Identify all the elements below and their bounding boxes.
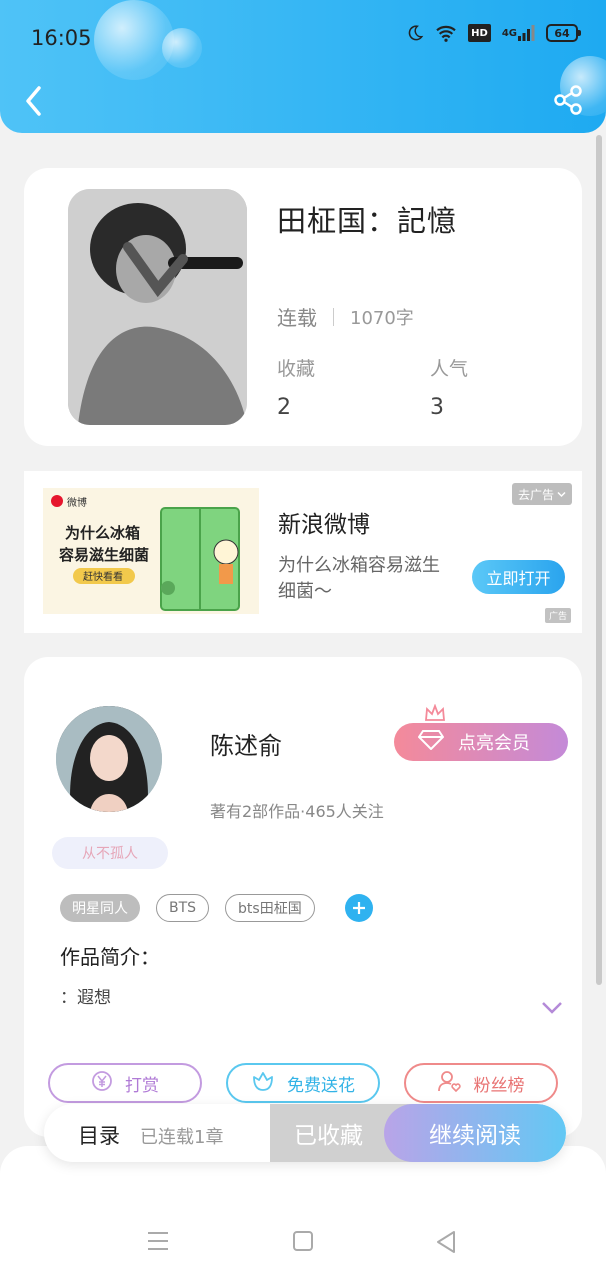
- book-title: 田柾国：記憶: [277, 204, 458, 238]
- yen-coin-icon: [91, 1070, 113, 1097]
- flower-icon: [251, 1070, 275, 1097]
- diamond-icon: [417, 729, 445, 755]
- intro-label: 作品简介：: [60, 945, 160, 969]
- ad-banner[interactable]: 微博 为什么冰箱 容易滋生细菌 赶快看看 新浪微博 为什么冰箱容易滋生细菌～ 去…: [24, 471, 582, 633]
- hd-icon: HD: [468, 24, 491, 42]
- author-avatar[interactable]: [56, 706, 162, 812]
- ad-description: 为什么冰箱容易滋生细菌～: [278, 555, 440, 602]
- svg-text:容易滋生细菌: 容易滋生细菌: [58, 546, 149, 564]
- popularity-value: 3: [430, 395, 444, 420]
- home-square-icon: [293, 1231, 313, 1251]
- send-flower-button[interactable]: 免费送花: [226, 1063, 380, 1103]
- tag-item[interactable]: BTS: [156, 894, 210, 922]
- top-header: 16:05 HD 4G 64: [0, 0, 606, 133]
- ad-open-button[interactable]: 立即打开: [472, 560, 565, 594]
- remove-ad-button[interactable]: 去广告: [511, 483, 572, 505]
- vip-button-label: 点亮会员: [458, 733, 530, 754]
- share-icon: [554, 85, 582, 115]
- ad-image-brand: 微博: [67, 496, 87, 509]
- chevron-down-icon: [542, 1002, 562, 1014]
- svg-text:赶快看看: 赶快看看: [83, 570, 123, 583]
- ad-title: 新浪微博: [278, 512, 370, 538]
- moon-icon: [406, 24, 424, 42]
- author-meta: 著有2部作品·465人关注: [210, 802, 384, 821]
- wifi-icon: [435, 24, 457, 42]
- back-triangle-icon: [437, 1231, 455, 1253]
- tag-item[interactable]: 明星同人: [60, 894, 140, 922]
- back-nav-button[interactable]: [435, 1230, 457, 1258]
- popularity-label: 人气: [430, 358, 469, 380]
- share-button[interactable]: [552, 84, 584, 116]
- status-bar: 16:05 HD 4G 64: [0, 0, 606, 70]
- serial-status-row: 连载 1070字: [277, 302, 414, 331]
- vip-button[interactable]: 点亮会员: [394, 703, 568, 761]
- fans-ranking-button[interactable]: 粉丝榜: [404, 1063, 558, 1103]
- crown-icon: [424, 703, 446, 722]
- send-flower-label: 免费送花: [287, 1075, 355, 1096]
- fans-ranking-label: 粉丝榜: [473, 1075, 525, 1096]
- favorites-label: 收藏: [277, 358, 316, 380]
- status-icons: HD 4G 64: [406, 24, 581, 42]
- tip-button[interactable]: 打赏: [48, 1063, 202, 1103]
- scrollbar[interactable]: [596, 135, 602, 985]
- divider: [333, 307, 334, 326]
- action-buttons: 打赏 免费送花 粉丝榜: [48, 1063, 558, 1103]
- continue-reading-button[interactable]: 继续阅读: [384, 1104, 566, 1162]
- signal-icon: 4G: [502, 24, 535, 42]
- battery-icon: 64: [546, 24, 581, 42]
- svg-text:为什么冰箱: 为什么冰箱: [65, 524, 140, 542]
- table-of-contents-button[interactable]: 目录: [78, 1120, 120, 1150]
- tag-item[interactable]: bts田柾国: [225, 894, 315, 922]
- popularity-stat: 人气 3: [430, 354, 468, 420]
- favorites-value: 2: [277, 395, 291, 420]
- add-tag-button[interactable]: [344, 894, 373, 922]
- menu-nav-button[interactable]: [146, 1230, 170, 1256]
- ad-image[interactable]: 微博 为什么冰箱 容易滋生细菌 赶快看看: [43, 488, 259, 614]
- author-badge: 从不孤人: [52, 837, 168, 869]
- book-info-card: 田柾国：記憶 连载 1070字 收藏 2 人气 3: [24, 168, 582, 446]
- back-button[interactable]: [20, 84, 50, 118]
- tip-button-label: 打赏: [125, 1075, 159, 1096]
- bottom-action-bar: 目录 已连载1章 已收藏 继续阅读: [44, 1104, 566, 1162]
- word-count: 1070字: [350, 307, 414, 329]
- tag-list: 明星同人 BTS bts田柾国: [60, 894, 373, 922]
- serial-status: 连载: [277, 306, 317, 330]
- chevron-down-icon: [557, 487, 566, 501]
- book-cover-image[interactable]: [68, 189, 247, 425]
- author-name[interactable]: 陈述俞: [210, 726, 282, 761]
- ad-mark-label: 广告: [548, 612, 567, 622]
- home-nav-button[interactable]: [292, 1230, 314, 1256]
- menu-icon: [148, 1232, 168, 1250]
- ad-mark[interactable]: 广告: [544, 608, 571, 623]
- intro-text: ：遐想: [60, 988, 111, 1008]
- plus-icon: [352, 902, 365, 914]
- remove-ad-label: 去广告: [517, 487, 554, 502]
- chevron-left-icon: [26, 86, 41, 116]
- status-time: 16:05: [31, 26, 92, 50]
- favorites-stat: 收藏 2: [277, 354, 315, 420]
- system-nav-bar: [0, 1218, 606, 1268]
- author-card: 陈述俞 著有2部作品·465人关注 点亮会员 从不孤人 明星同人 BTS bts…: [24, 657, 582, 1137]
- expand-intro-button[interactable]: [541, 1000, 563, 1014]
- chapter-count: 已连载1章: [140, 1127, 224, 1148]
- user-heart-icon: [437, 1070, 462, 1097]
